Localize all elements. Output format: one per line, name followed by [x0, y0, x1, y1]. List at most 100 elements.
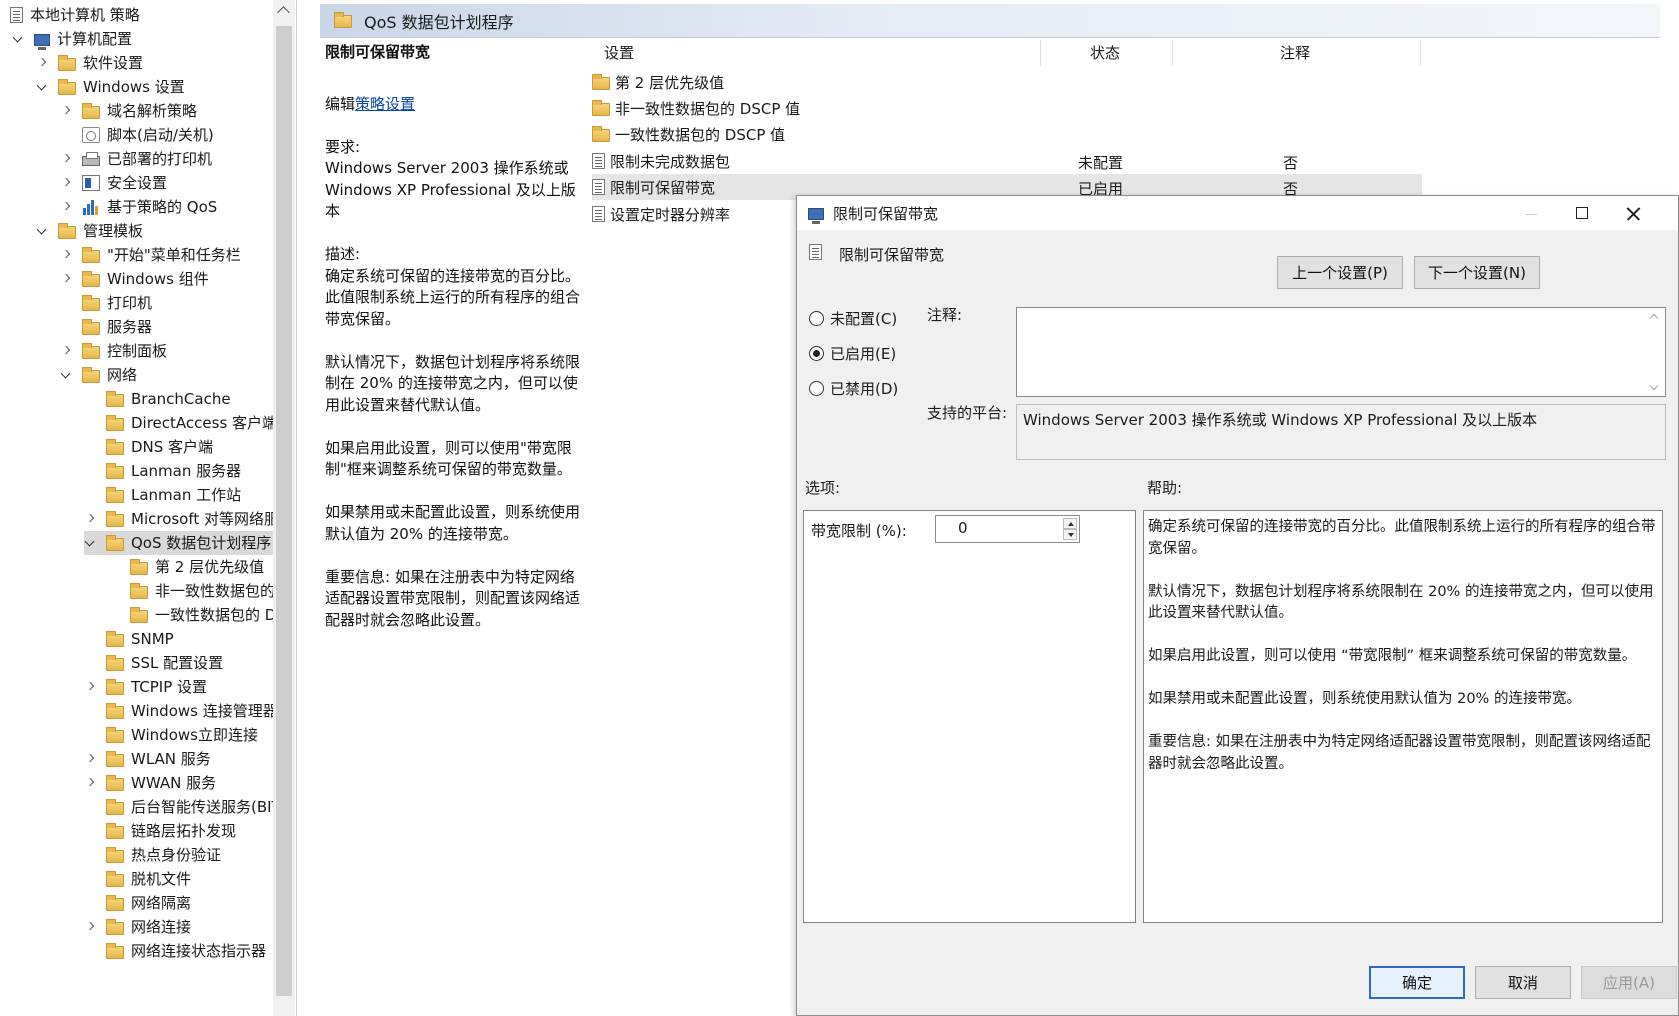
radio-circle[interactable]	[809, 346, 824, 361]
computer-icon	[34, 33, 50, 50]
list-item[interactable]: 一致性数据包的 DSCP 值	[592, 121, 1072, 147]
ok-button[interactable]: 确定	[1369, 966, 1465, 999]
scroll-thumb[interactable]	[276, 26, 292, 996]
next-setting-button[interactable]: 下一个设置(N)	[1414, 256, 1540, 289]
tree-item-qos-scheduler[interactable]: QoS 数据包计划程序	[84, 531, 278, 555]
tree-item-lanman-workstation[interactable]: Lanman 工作站	[84, 483, 241, 507]
bandwidth-limit-spinner[interactable]: 0	[935, 515, 1080, 543]
tree-item-directaccess[interactable]: DirectAccess 客户端体	[84, 411, 292, 435]
tree-item-admin-templates[interactable]: 管理模板	[36, 219, 143, 243]
chevron-right-icon[interactable]	[60, 105, 72, 117]
edit-policy-link[interactable]: 策略设置	[355, 95, 415, 113]
chevron-right-icon[interactable]	[60, 201, 72, 213]
tree-item-snmp[interactable]: SNMP	[84, 627, 174, 651]
tree-item-offline-files[interactable]: 脱机文件	[84, 867, 191, 891]
tree-item-ssl-config[interactable]: SSL 配置设置	[84, 651, 223, 675]
tree-item-windows-settings[interactable]: Windows 设置	[36, 75, 185, 99]
tree-item-windows-connect-now[interactable]: Windows立即连接	[84, 723, 258, 747]
tree-item-lanman-server[interactable]: Lanman 服务器	[84, 459, 241, 483]
chevron-down-icon[interactable]	[36, 225, 48, 237]
list-item[interactable]: 非一致性数据包的 DSCP 值	[592, 95, 1072, 121]
chevron-right-icon[interactable]	[60, 153, 72, 165]
column-header-state[interactable]: 状态	[1090, 42, 1120, 64]
chevron-right-icon[interactable]	[60, 177, 72, 189]
folder-icon	[106, 846, 124, 863]
tree-item-network-isolation[interactable]: 网络隔离	[84, 891, 191, 915]
tree-item-wlan[interactable]: WLAN 服务	[84, 747, 211, 771]
chevron-right-icon[interactable]	[84, 681, 96, 693]
tree-item-local-computer-policy[interactable]: 本地计算机 策略	[10, 3, 140, 27]
tree-item-conforming-dscp[interactable]: 一致性数据包的 DS	[108, 603, 286, 627]
scroll-up-icon[interactable]	[277, 6, 290, 19]
tree-item-layer2-priority[interactable]: 第 2 层优先级值	[108, 555, 264, 579]
tree-item-printers[interactable]: 打印机	[60, 291, 152, 315]
folder-icon	[82, 294, 100, 311]
previous-setting-button[interactable]: 上一个设置(P)	[1277, 256, 1403, 289]
tree-item-lltd[interactable]: 链路层拓扑发现	[84, 819, 236, 843]
radio-circle[interactable]	[809, 311, 824, 326]
tree-item-policy-qos[interactable]: 基于策略的 QoS	[60, 195, 217, 219]
chevron-right-icon[interactable]	[60, 273, 72, 285]
close-icon[interactable]	[1610, 196, 1656, 230]
tree-item-network-connections[interactable]: 网络连接	[84, 915, 191, 939]
radio-circle[interactable]	[809, 381, 824, 396]
cancel-button[interactable]: 取消	[1475, 966, 1571, 999]
tree-item-p2p[interactable]: Microsoft 对等网络服务	[84, 507, 294, 531]
apply-button[interactable]: 应用(A)	[1581, 966, 1677, 999]
chevron-right-icon[interactable]	[84, 753, 96, 765]
list-item[interactable]: 第 2 层优先级值	[592, 69, 1072, 95]
dialog-titlebar[interactable]: 限制可保留带宽	[797, 196, 1678, 230]
chevron-right-icon[interactable]	[84, 777, 96, 789]
chevron-right-icon[interactable]	[60, 345, 72, 357]
spin-up-icon[interactable]	[1063, 518, 1077, 529]
chevron-right-icon[interactable]	[84, 513, 96, 525]
tree-item-ncsi[interactable]: 网络连接状态指示器	[84, 939, 266, 963]
tree-item-label: 控制面板	[107, 342, 168, 360]
tree-item-computer-config[interactable]: 计算机配置	[12, 27, 132, 51]
tree-item-label: 网络	[107, 366, 138, 384]
chevron-right-icon[interactable]	[36, 57, 48, 69]
tree-item-software-settings[interactable]: 软件设置	[36, 51, 143, 75]
tree-item-bits[interactable]: 后台智能传送服务(BITS	[84, 795, 290, 819]
tree-item-start-menu[interactable]: "开始"菜单和任务栏	[60, 243, 241, 267]
chevron-down-icon[interactable]	[36, 81, 48, 93]
column-header-setting[interactable]: 设置	[604, 42, 634, 64]
tree-item-wcm[interactable]: Windows 连接管理器	[84, 699, 278, 723]
comment-scrollbar[interactable]	[1647, 309, 1663, 395]
tree-item-nonconforming-dscp[interactable]: 非一致性数据包的 D	[108, 579, 291, 603]
tree-item-scripts[interactable]: 脚本(启动/关机)	[60, 123, 214, 147]
tree-item-dns-client[interactable]: DNS 客户端	[84, 435, 213, 459]
enabled-radio[interactable]: 已启用(E)	[809, 343, 896, 364]
list-item[interactable]: 设置定时器分辨率	[592, 201, 792, 227]
chevron-right-icon[interactable]	[60, 249, 72, 261]
minimize-icon[interactable]	[1509, 196, 1555, 230]
tree-item-security-settings[interactable]: 安全设置	[60, 171, 167, 195]
folder-icon	[106, 678, 124, 695]
tree-item-windows-components[interactable]: Windows 组件	[60, 267, 209, 291]
tree-item-branchcache[interactable]: BranchCache	[84, 387, 231, 411]
tree-item-control-panel[interactable]: 控制面板	[60, 339, 167, 363]
tree-item-deployed-printers[interactable]: 已部署的打印机	[60, 147, 212, 171]
tree-item-hotspot-auth[interactable]: 热点身份验证	[84, 843, 221, 867]
column-header-comment[interactable]: 注释	[1280, 42, 1310, 64]
script-icon	[82, 127, 100, 143]
not-configured-radio[interactable]: 未配置(C)	[809, 308, 897, 329]
description-paragraph: 如果禁用或未配置此设置，则系统使用默认值为 20% 的连接带宽。	[325, 503, 581, 543]
tree-item-name-resolution[interactable]: 域名解析策略	[60, 99, 197, 123]
maximize-icon[interactable]	[1559, 196, 1605, 230]
tree-item-network[interactable]: 网络	[60, 363, 137, 387]
chevron-right-icon[interactable]	[84, 921, 96, 933]
tree-item-tcpip[interactable]: TCPIP 设置	[84, 675, 207, 699]
chevron-down-icon[interactable]	[84, 537, 96, 549]
description-paragraph: 如果启用此设置，则可以使用"带宽限制"框来调整系统可保留的带宽数量。	[325, 438, 572, 479]
comment-textarea[interactable]	[1016, 307, 1666, 397]
disabled-radio[interactable]: 已禁用(D)	[809, 378, 898, 399]
tree-item-server[interactable]: 服务器	[60, 315, 152, 339]
tree-item-label: TCPIP 设置	[131, 678, 208, 696]
tree-item-label: 网络连接	[131, 918, 192, 936]
chevron-down-icon[interactable]	[60, 369, 72, 381]
tree-item-wwan[interactable]: WWAN 服务	[84, 771, 216, 795]
tree-scrollbar[interactable]	[273, 0, 295, 1016]
chevron-down-icon[interactable]	[12, 33, 24, 45]
spin-down-icon[interactable]	[1063, 529, 1077, 540]
